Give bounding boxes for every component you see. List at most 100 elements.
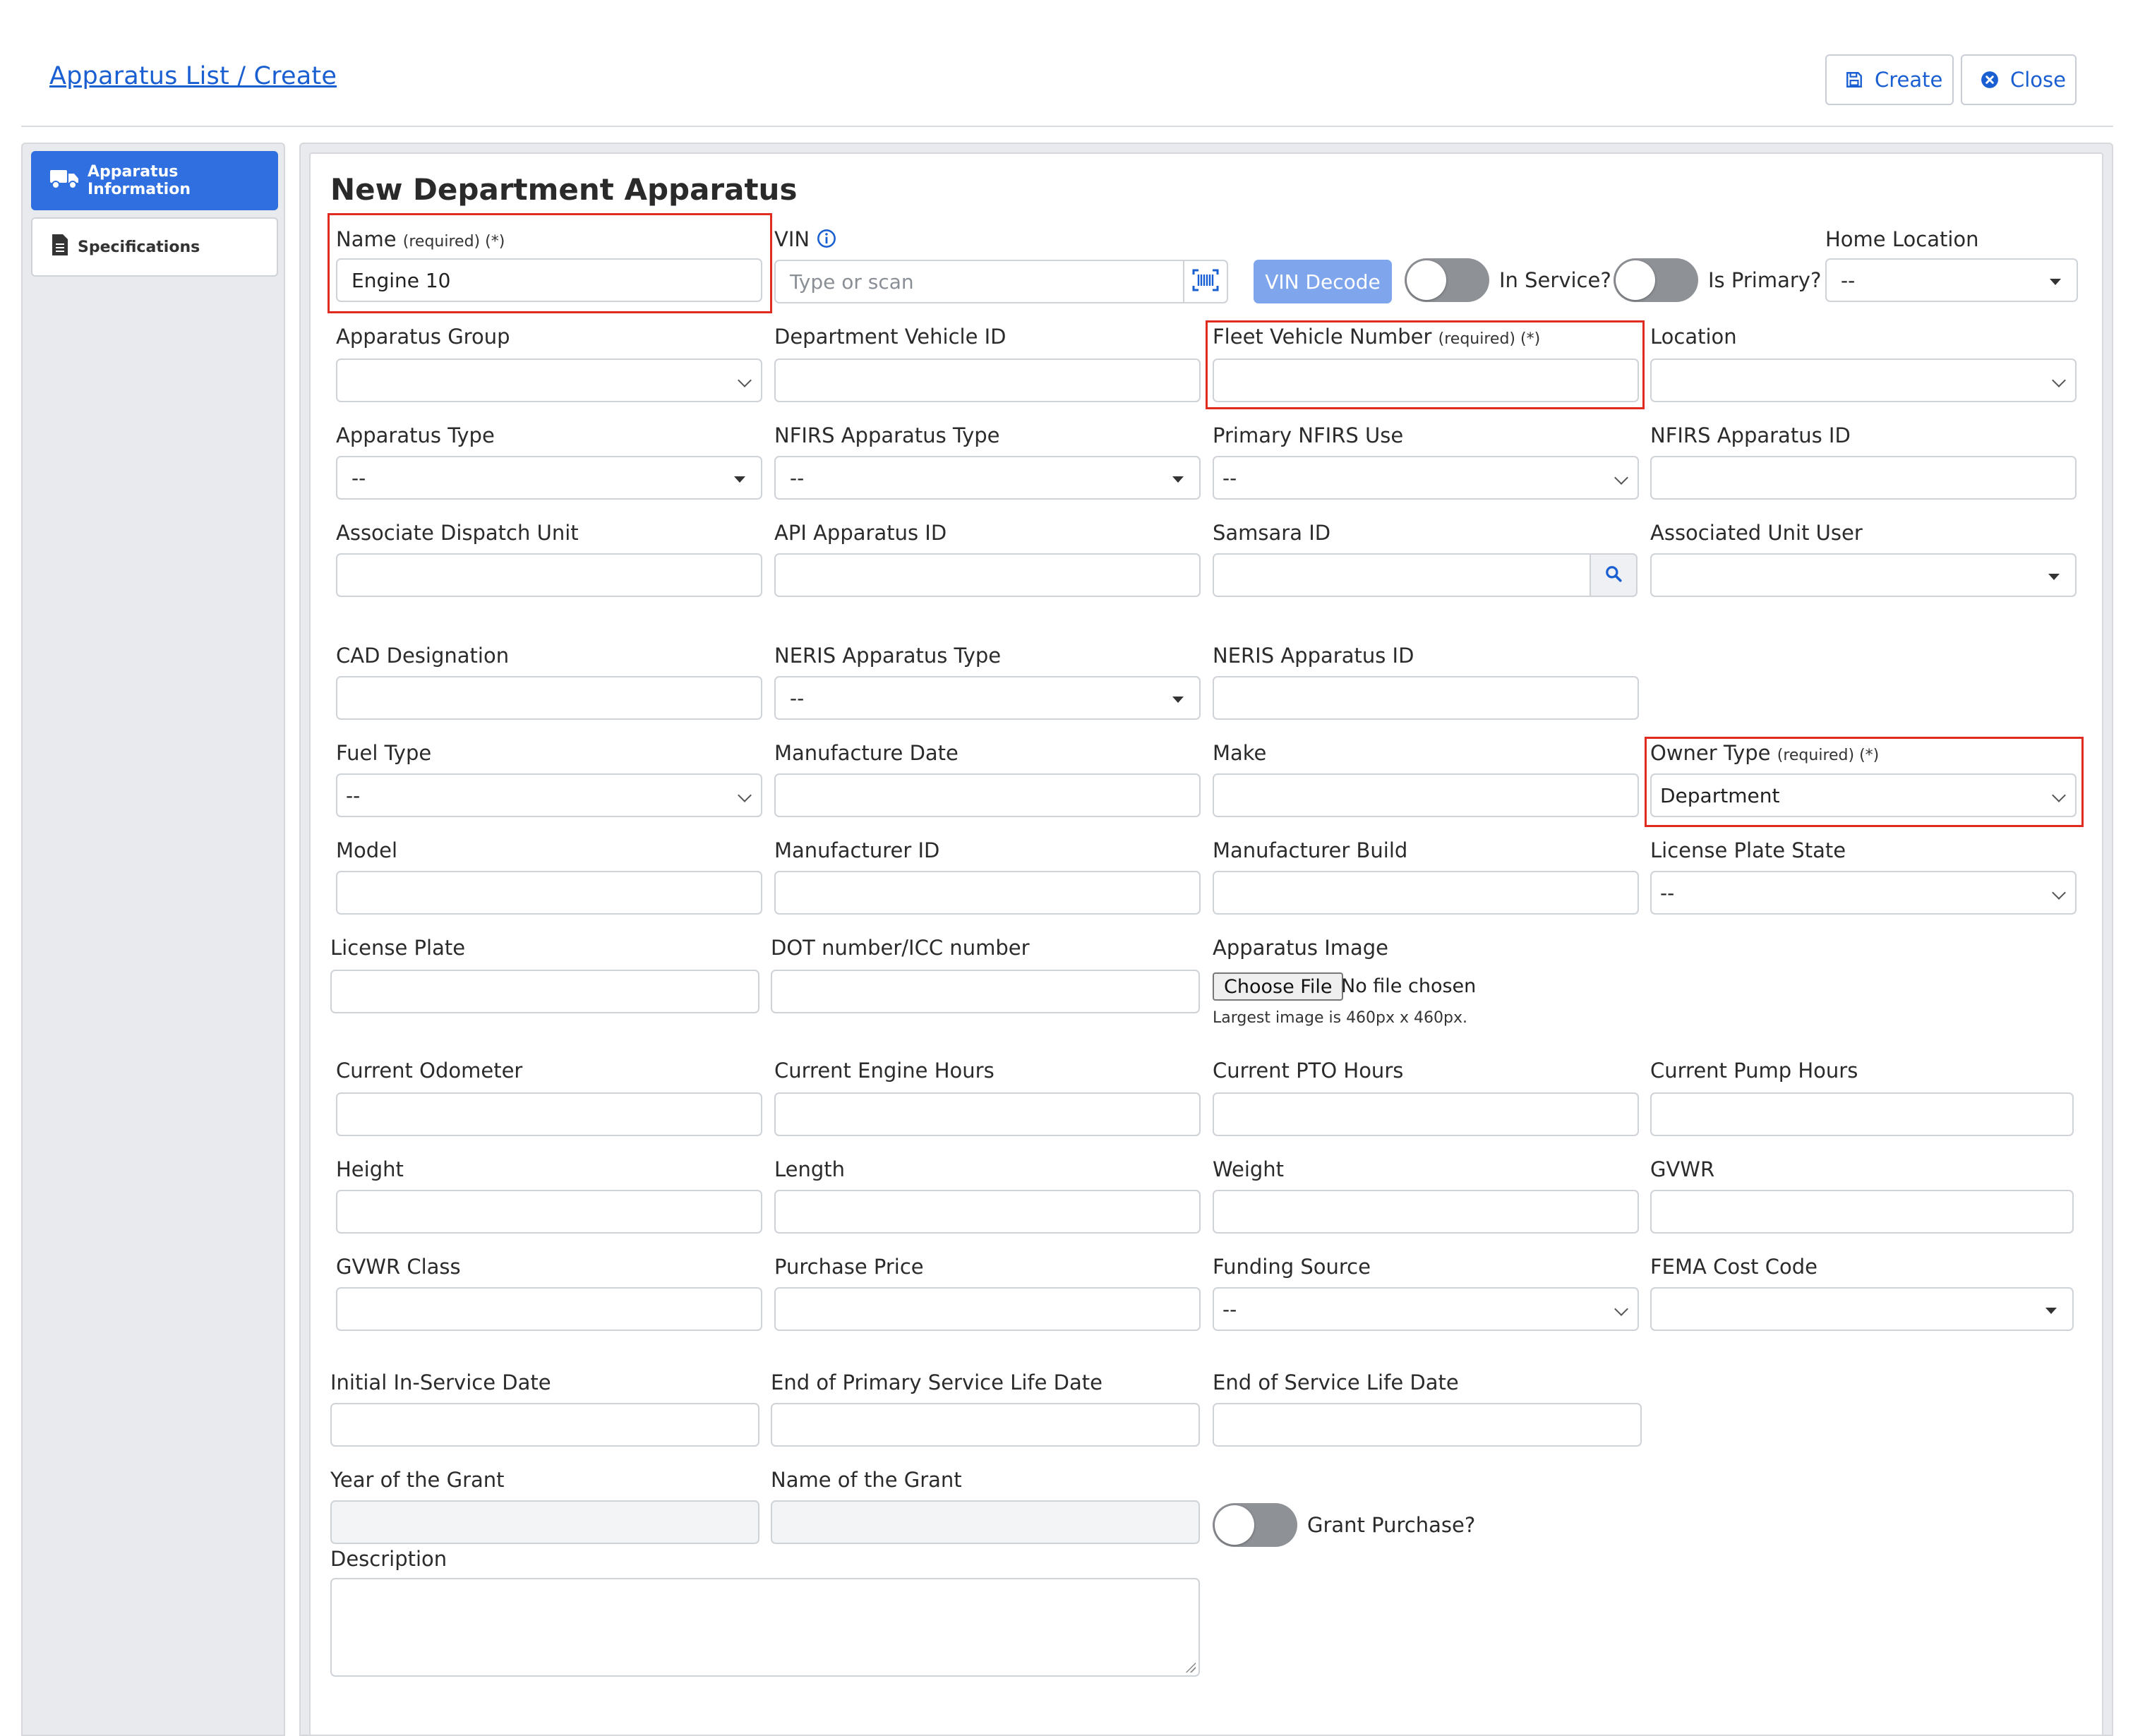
end-service-life-date-input[interactable] (1213, 1403, 1642, 1447)
owner-type-select[interactable]: Department (1650, 773, 2077, 817)
close-circle-icon (1981, 71, 1999, 89)
primary-nfirs-use-select[interactable]: -- (1213, 456, 1639, 500)
height-label: Height (336, 1157, 404, 1181)
fuel-type-label: Fuel Type (336, 741, 432, 765)
name-label: Name (required) (*) (336, 227, 505, 251)
apparatus-image-label: Apparatus Image (1213, 936, 1389, 960)
end-primary-service-life-date-input[interactable] (771, 1403, 1200, 1447)
funding-source-select[interactable]: -- (1213, 1287, 1639, 1331)
end-service-life-date-label: End of Service Life Date (1213, 1370, 1459, 1394)
api-apparatus-id-input[interactable] (774, 553, 1201, 597)
current-odometer-label: Current Odometer (336, 1059, 523, 1083)
associate-dispatch-unit-input[interactable] (336, 553, 762, 597)
create-button[interactable]: Create (1825, 54, 1954, 105)
license-plate-state-select[interactable]: -- (1650, 871, 2077, 915)
close-button-label: Close (2010, 68, 2066, 92)
manufacture-date-label: Manufacture Date (774, 741, 959, 765)
home-location-select[interactable]: -- (1825, 258, 2078, 302)
truck-icon (49, 168, 79, 193)
sidebar-item-specifications[interactable]: Specifications (31, 217, 278, 277)
height-input[interactable] (336, 1190, 762, 1234)
samsara-id-input[interactable] (1213, 553, 1591, 597)
gvwr-class-input[interactable] (336, 1287, 762, 1331)
current-engine-hours-label: Current Engine Hours (774, 1059, 995, 1083)
grant-purchase-label: Grant Purchase? (1307, 1513, 1476, 1537)
header-divider (21, 126, 2113, 127)
close-button[interactable]: Close (1961, 54, 2077, 105)
is-primary-toggle[interactable] (1614, 258, 1698, 302)
grant-purchase-toggle[interactable] (1213, 1503, 1297, 1547)
manufacturer-build-label: Manufacturer Build (1213, 838, 1408, 862)
dot-number-input[interactable] (771, 970, 1200, 1013)
initial-in-service-date-label: Initial In-Service Date (330, 1370, 551, 1394)
fema-cost-code-select[interactable] (1650, 1287, 2074, 1331)
resize-handle[interactable] (1184, 1661, 1196, 1672)
image-size-hint: Largest image is 460px x 460px. (1213, 1009, 1468, 1027)
apparatus-group-select[interactable] (336, 358, 762, 402)
cad-designation-label: CAD Designation (336, 644, 510, 668)
barcode-icon (1192, 269, 1219, 294)
department-vehicle-id-label: Department Vehicle ID (774, 325, 1007, 349)
manufacturer-build-input[interactable] (1213, 871, 1639, 915)
fleet-vehicle-number-input[interactable] (1213, 358, 1639, 402)
neris-apparatus-type-select[interactable]: -- (774, 676, 1201, 720)
name-input[interactable]: Engine 10 (336, 258, 762, 302)
dot-number-label: DOT number/ICC number (771, 936, 1030, 960)
apparatus-group-label: Apparatus Group (336, 325, 510, 349)
location-label: Location (1650, 325, 1737, 349)
location-select[interactable] (1650, 358, 2077, 402)
in-service-label: In Service? (1499, 268, 1611, 292)
nfirs-apparatus-id-label: NFIRS Apparatus ID (1650, 423, 1851, 447)
associated-unit-user-label: Associated Unit User (1650, 521, 1863, 545)
neris-apparatus-id-input[interactable] (1213, 676, 1639, 720)
fuel-type-select[interactable]: -- (336, 773, 762, 817)
associated-unit-user-select[interactable] (1650, 553, 2077, 597)
fema-cost-code-label: FEMA Cost Code (1650, 1255, 1818, 1279)
vin-decode-button[interactable]: VIN Decode (1254, 260, 1392, 303)
manufacture-date-input[interactable] (774, 773, 1201, 817)
description-label: Description (330, 1547, 447, 1571)
manufacturer-id-input[interactable] (774, 871, 1201, 915)
cad-designation-input[interactable] (336, 676, 762, 720)
current-pump-hours-input[interactable] (1650, 1092, 2074, 1136)
name-of-grant-label: Name of the Grant (771, 1468, 962, 1492)
gvwr-input[interactable] (1650, 1190, 2074, 1234)
vin-input[interactable]: Type or scan (774, 260, 1185, 303)
info-icon[interactable] (817, 229, 836, 253)
weight-input[interactable] (1213, 1190, 1639, 1234)
barcode-scan-button[interactable] (1183, 260, 1228, 303)
page-title: New Department Apparatus (330, 172, 798, 207)
current-odometer-input[interactable] (336, 1092, 762, 1136)
current-pto-hours-input[interactable] (1213, 1092, 1639, 1136)
model-input[interactable] (336, 871, 762, 915)
year-of-grant-input[interactable] (330, 1500, 759, 1544)
nfirs-apparatus-type-select[interactable]: -- (774, 456, 1201, 500)
nfirs-apparatus-type-label: NFIRS Apparatus Type (774, 423, 1000, 447)
create-button-label: Create (1875, 68, 1943, 92)
department-vehicle-id-input[interactable] (774, 358, 1201, 402)
breadcrumb-link[interactable]: Apparatus List / Create (49, 62, 337, 90)
license-plate-input[interactable] (330, 970, 759, 1013)
file-status-text: No file chosen (1341, 975, 1477, 997)
nfirs-apparatus-id-input[interactable] (1650, 456, 2077, 500)
apparatus-type-select[interactable]: -- (336, 456, 762, 500)
sidebar-item-apparatus-information[interactable]: Apparatus Information (31, 151, 278, 210)
make-input[interactable] (1213, 773, 1639, 817)
current-engine-hours-input[interactable] (774, 1092, 1201, 1136)
document-icon (51, 234, 69, 260)
length-input[interactable] (774, 1190, 1201, 1234)
in-service-toggle[interactable] (1405, 258, 1489, 302)
make-label: Make (1213, 741, 1267, 765)
year-of-grant-label: Year of the Grant (330, 1468, 505, 1492)
associate-dispatch-unit-label: Associate Dispatch Unit (336, 521, 579, 545)
neris-apparatus-id-label: NERIS Apparatus ID (1213, 644, 1414, 668)
save-icon (1845, 71, 1863, 89)
samsara-search-button[interactable] (1590, 553, 1638, 597)
sidebar: Apparatus Information Specifications (21, 143, 285, 1736)
choose-file-button[interactable]: Choose File (1213, 972, 1344, 1001)
purchase-price-input[interactable] (774, 1287, 1201, 1331)
fleet-vehicle-number-label: Fleet Vehicle Number (required) (*) (1213, 325, 1541, 349)
description-textarea[interactable] (330, 1578, 1200, 1677)
initial-in-service-date-input[interactable] (330, 1403, 759, 1447)
name-of-grant-input[interactable] (771, 1500, 1200, 1544)
